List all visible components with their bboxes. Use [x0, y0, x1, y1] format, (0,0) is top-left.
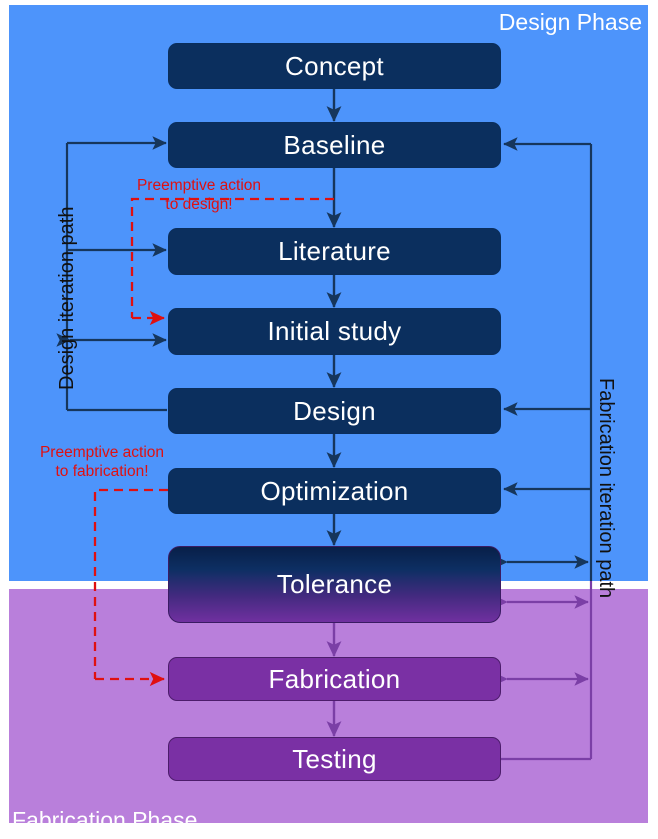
node-literature-label: Literature: [278, 236, 391, 266]
node-baseline[interactable]: Baseline: [168, 122, 501, 168]
node-fabrication[interactable]: Fabrication: [168, 657, 501, 701]
node-design-label: Design: [293, 395, 376, 426]
node-initial-study-label: Initial study: [267, 316, 402, 346]
preemptive-action-to-design-label: Preemptive action to design!: [136, 177, 262, 213]
node-concept[interactable]: Concept: [168, 43, 501, 89]
node-literature[interactable]: Literature: [168, 228, 501, 275]
node-fabrication-label: Fabrication: [268, 663, 401, 694]
node-testing[interactable]: Testing: [168, 737, 501, 781]
node-tolerance[interactable]: Tolerance: [168, 546, 501, 623]
design-iteration-path-label: Design iteration path: [56, 206, 78, 390]
node-baseline-label: Baseline: [283, 129, 386, 160]
node-design[interactable]: Design: [168, 388, 501, 434]
node-initial-study[interactable]: Initial study: [168, 308, 501, 355]
fabrication-phase-background: [9, 589, 648, 823]
node-optimization[interactable]: Optimization: [168, 468, 501, 514]
design-phase-label: Design Phase: [498, 9, 642, 35]
preemptive-action-to-fabrication-label: Preemptive action to fabrication!: [39, 444, 165, 480]
fabrication-iteration-path-label: Fabrication iteration path: [595, 378, 617, 599]
flowchart-canvas: Design Phase Fabrication Phase Design it…: [0, 0, 658, 839]
node-tolerance-label: Tolerance: [276, 569, 393, 599]
fabrication-phase-label: Fabrication Phase: [12, 807, 198, 833]
node-testing-label: Testing: [292, 743, 377, 774]
node-optimization-label: Optimization: [260, 475, 409, 506]
node-concept-label: Concept: [285, 50, 384, 81]
